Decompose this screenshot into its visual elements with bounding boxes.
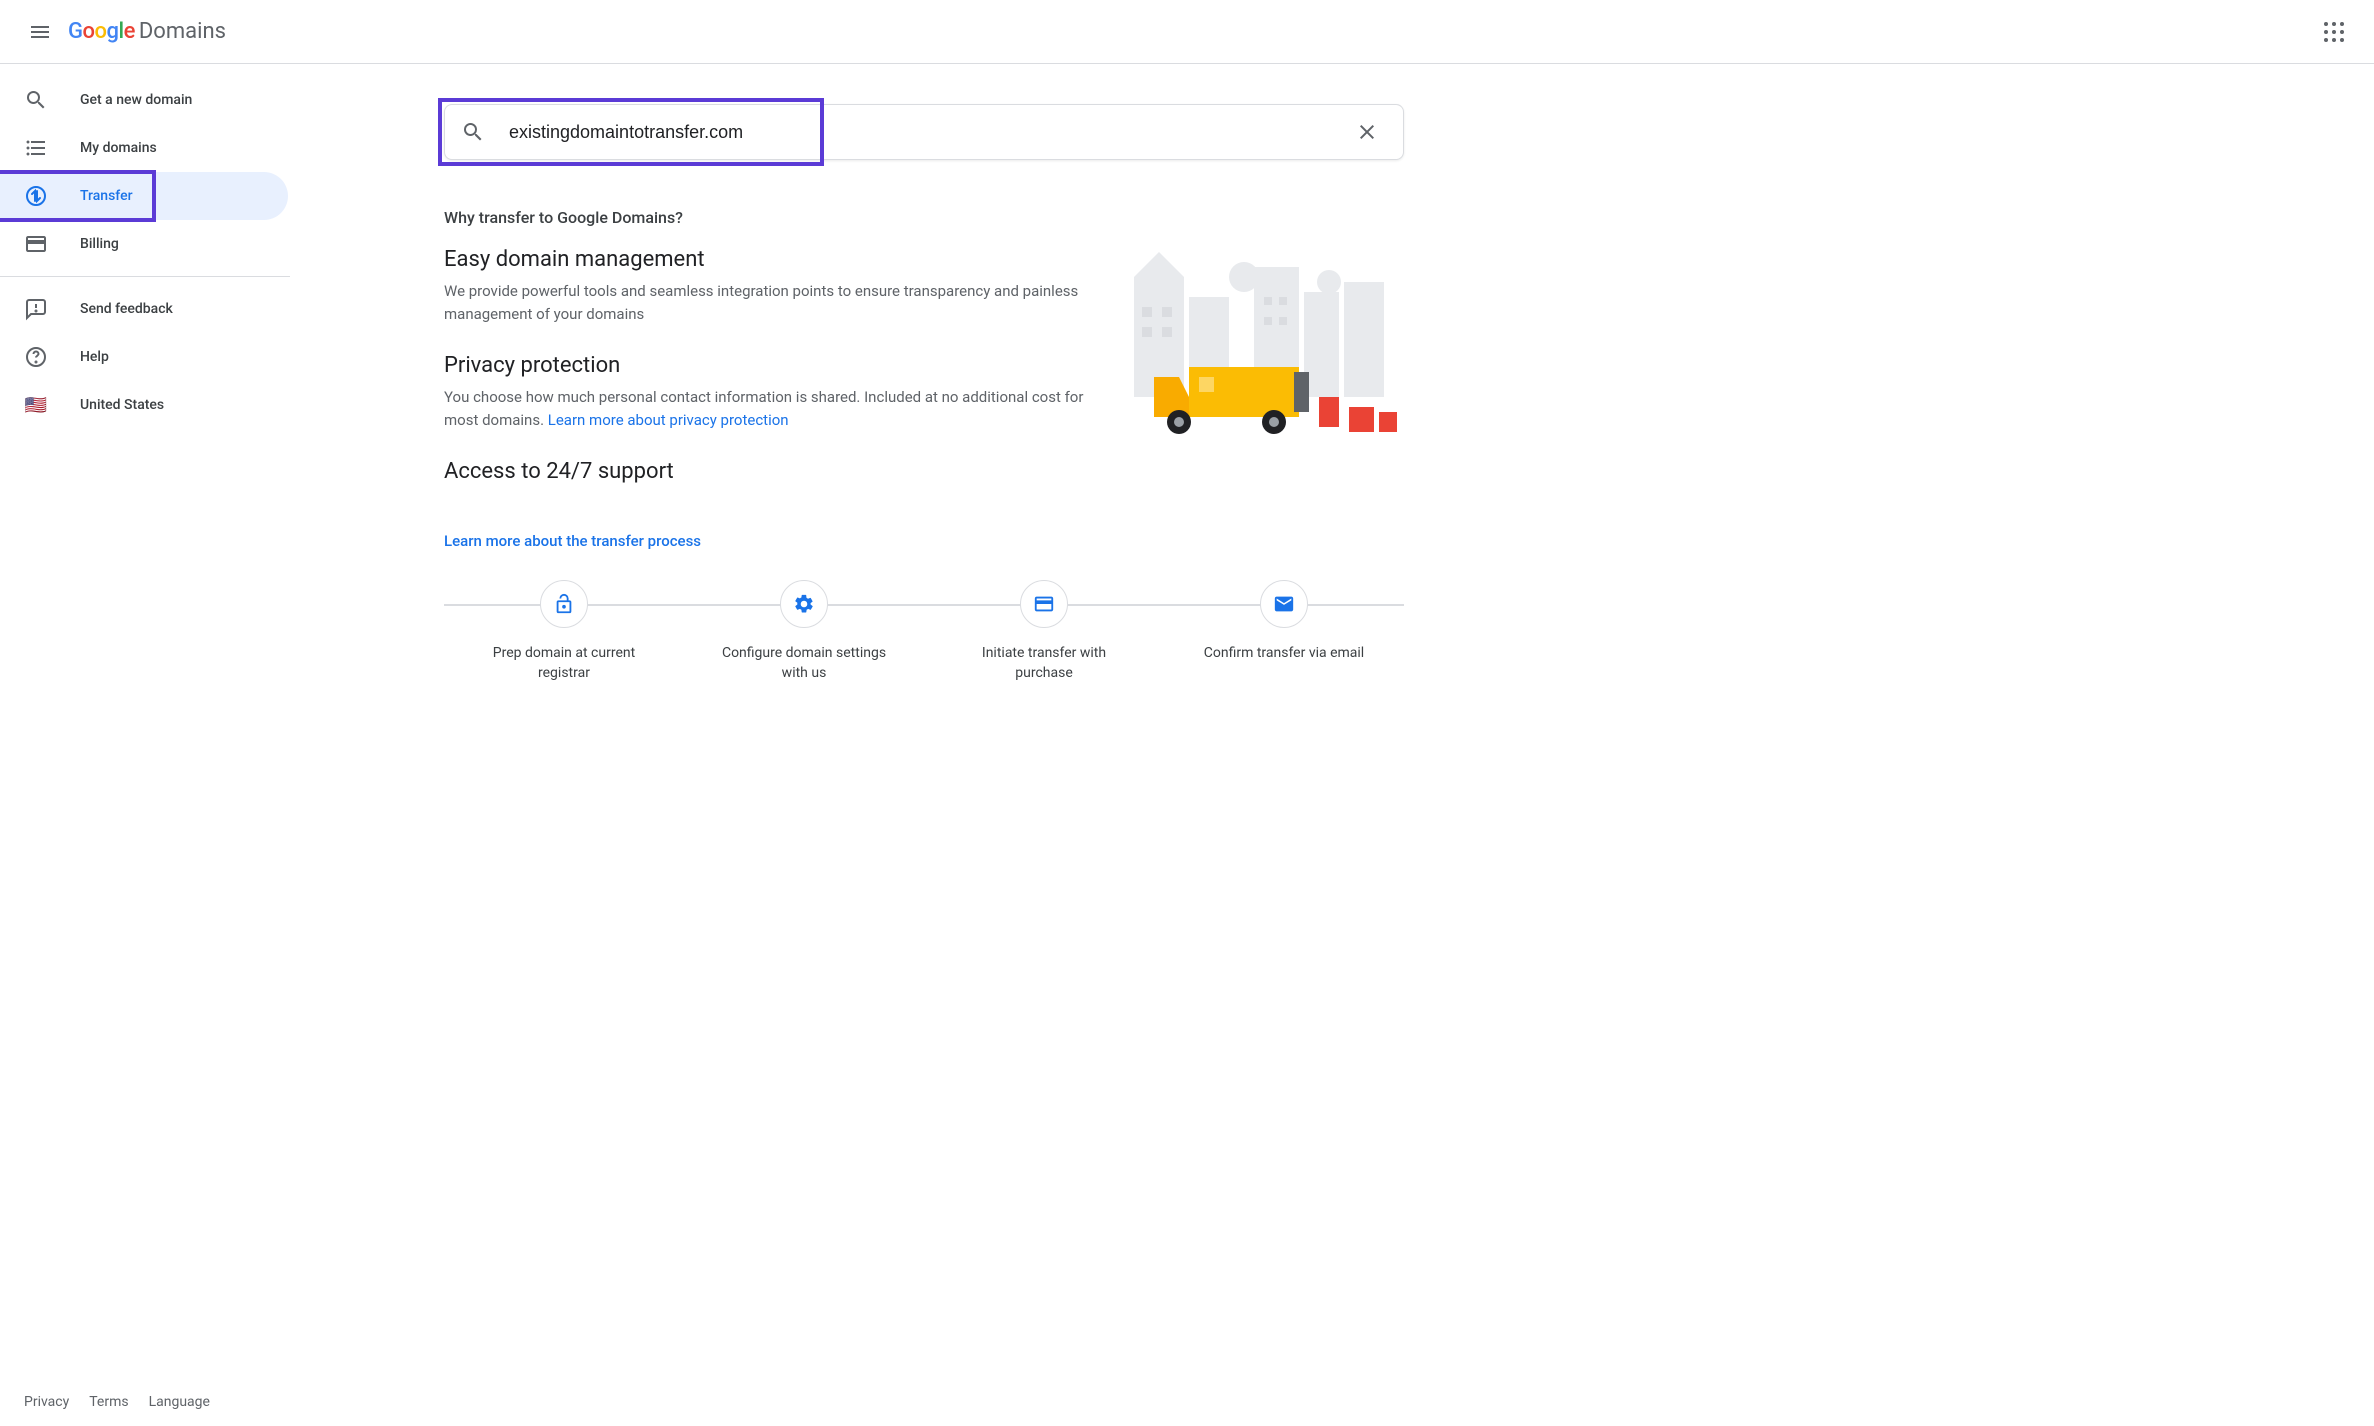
feature-privacy: Privacy protection You choose how much p… [444,353,1084,431]
sidebar-item-billing[interactable]: Billing [0,220,288,268]
transfer-icon [24,184,48,208]
list-icon [24,136,48,160]
sidebar-item-label: Get a new domain [80,92,192,108]
domain-transfer-input[interactable] [509,122,1347,143]
hamburger-icon [28,20,52,44]
feature-easy-management: Easy domain management We provide powerf… [444,247,1084,325]
feature-support: Access to 24/7 support [444,459,1084,484]
main-content: Why transfer to Google Domains? Easy dom… [300,64,2374,1426]
feedback-icon [24,297,48,321]
step-label: Initiate transfer with purchase [954,644,1134,683]
step-label: Configure domain settings with us [714,644,894,683]
step-label: Confirm transfer via email [1204,644,1364,664]
sidebar-item-transfer[interactable]: Transfer [0,172,288,220]
flag-icon: 🇺🇸 [24,393,48,417]
step-circle [1260,580,1308,628]
section-title: Why transfer to Google Domains? [444,208,1404,227]
search-icon [24,88,48,112]
sidebar-item-feedback[interactable]: Send feedback [0,285,288,333]
sidebar-item-label: My domains [80,140,157,156]
search-icon [461,120,485,144]
step-confirm: Confirm transfer via email [1164,580,1404,664]
card-icon [1033,593,1055,615]
app-header: Google Domains [0,0,2374,64]
sidebar-item-locale[interactable]: 🇺🇸 United States [0,381,288,429]
clear-search-button[interactable] [1347,112,1387,152]
menu-button[interactable] [16,8,64,56]
step-prep: Prep domain at current registrar [444,580,684,683]
billing-icon [24,232,48,256]
sidebar-item-my-domains[interactable]: My domains [0,124,288,172]
gear-icon [793,593,815,615]
footer-privacy-link[interactable]: Privacy [24,1394,69,1410]
feature-heading: Easy domain management [444,247,1084,272]
google-logo: Google [68,19,135,44]
step-configure: Configure domain settings with us [684,580,924,683]
feature-heading: Privacy protection [444,353,1084,378]
product-name: Domains [139,19,226,44]
sidebar-item-help[interactable]: Help [0,333,288,381]
product-logo[interactable]: Google Domains [68,19,226,44]
transfer-search-bar [444,104,1404,160]
close-icon [1355,120,1379,144]
step-circle [540,580,588,628]
sidebar-item-label: United States [80,397,164,413]
google-apps-button[interactable] [2310,8,2358,56]
footer-language-link[interactable]: Language [149,1394,210,1410]
sidebar-divider [0,276,290,277]
feature-body: We provide powerful tools and seamless i… [444,280,1084,325]
step-circle [780,580,828,628]
sidebar-item-get-domain[interactable]: Get a new domain [0,76,288,124]
learn-transfer-process-link[interactable]: Learn more about the transfer process [444,532,701,550]
step-circle [1020,580,1068,628]
transfer-illustration [1124,247,1404,447]
apps-grid-icon [2322,20,2346,44]
privacy-learn-more-link[interactable]: Learn more about privacy protection [548,411,789,429]
help-icon [24,345,48,369]
sidebar-item-label: Send feedback [80,301,173,317]
step-purchase: Initiate transfer with purchase [924,580,1164,683]
footer-terms-link[interactable]: Terms [89,1394,128,1410]
sidebar-item-label: Billing [80,236,119,252]
sidebar-item-label: Help [80,349,109,365]
sidebar-item-label: Transfer [80,188,133,204]
sidebar-footer: Privacy Terms Language [0,1394,300,1426]
feature-heading: Access to 24/7 support [444,459,1084,484]
feature-body: You choose how much personal contact inf… [444,386,1084,431]
sidebar: Get a new domain My domains Transfer Bil… [0,64,300,1426]
mail-icon [1273,593,1295,615]
step-label: Prep domain at current registrar [474,644,654,683]
lock-icon [553,593,575,615]
transfer-steps: Prep domain at current registrar Configu… [444,580,1404,683]
